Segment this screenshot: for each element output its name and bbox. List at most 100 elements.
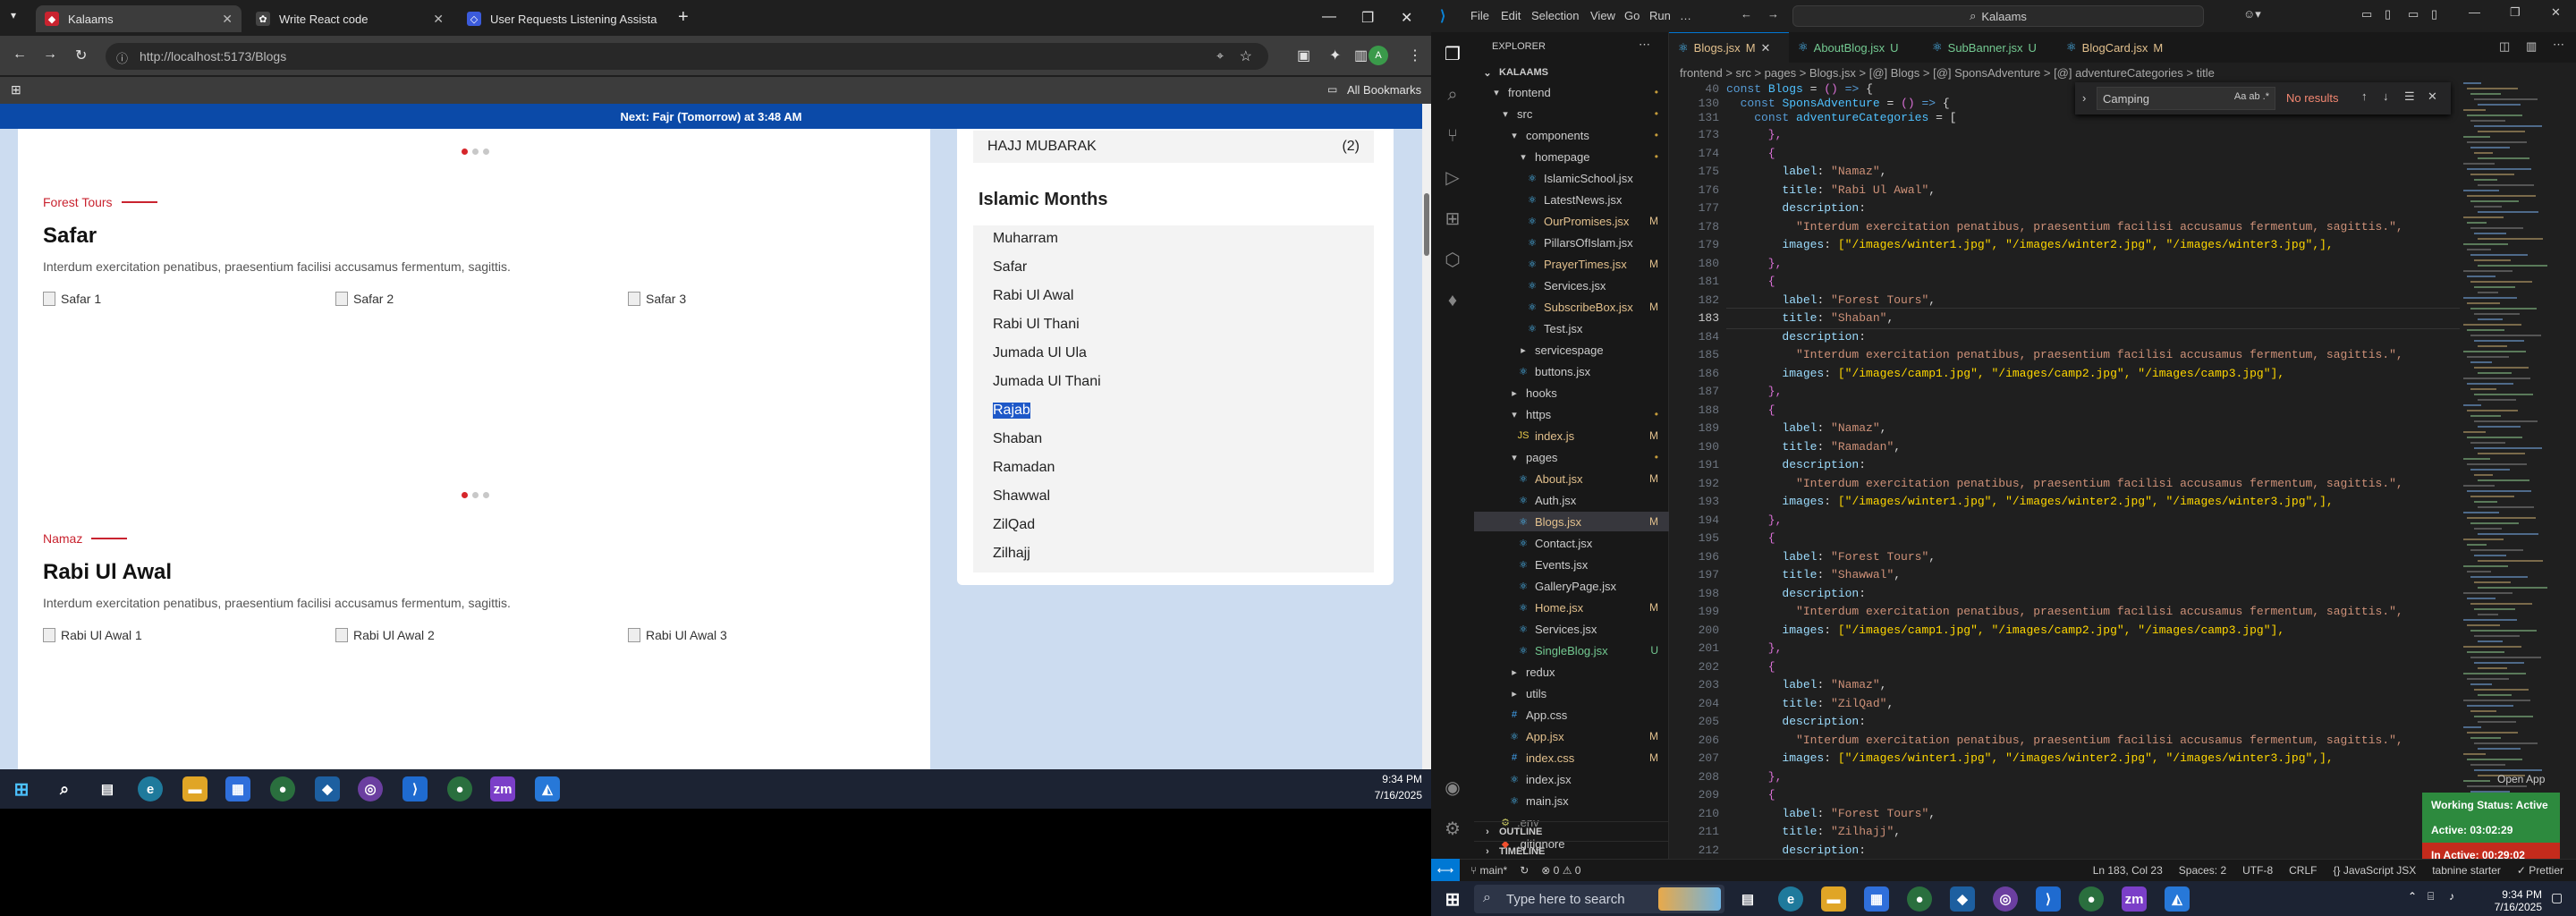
month-item[interactable]: Ramadan [993,460,1055,476]
tree-file[interactable]: ⚛ PillarsOfIslam.jsx [1474,233,1669,252]
tree-file[interactable]: ⚛ GalleryPage.jsx [1474,576,1669,596]
code-line[interactable]: title: "ZilQad", [1726,694,1894,714]
puzzle-icon[interactable]: ✦ [1329,47,1341,64]
copilot-icon[interactable]: ☺▾ [2243,7,2261,21]
month-item[interactable]: Safar [993,259,1027,276]
sync-icon[interactable]: ↻ [1520,864,1529,877]
editor-tab-subbanner[interactable]: ⚛ SubBanner.jsx U [1923,32,2057,63]
code-line[interactable]: description: [1726,841,1866,860]
tree-file[interactable]: ⚛ SingleBlog.jsx U [1474,640,1669,660]
chevron-right-icon[interactable]: › [2082,91,2086,105]
code-line[interactable]: description: [1726,199,1866,218]
close-window-icon[interactable]: ✕ [1401,9,1412,27]
site-info-icon[interactable]: ⓘ [116,49,128,66]
github-icon[interactable]: ◎ [358,776,383,802]
working-status-badge[interactable]: Working Status: Active [2422,793,2560,818]
month-item-selected[interactable]: Rajab [993,403,1030,419]
address-bar[interactable]: ⓘ http://localhost:5173/Blogs ⌖ ☆ [106,43,1268,70]
code-line[interactable]: title: "Rabi Ul Awal", [1726,181,1936,200]
code-line[interactable]: }, [1726,125,1783,145]
app-icon[interactable]: ◆ [315,776,340,802]
run-debug-icon[interactable]: ▷ [1442,166,1463,188]
account-icon[interactable]: ◉ [1442,776,1463,798]
tree-folder[interactable]: ▾ https • [1474,404,1669,424]
chrome-icon[interactable]: ● [270,776,295,802]
code-line[interactable]: label: "Namaz", [1726,162,1886,182]
tree-file[interactable]: ⚛ Blogs.jsx M [1474,512,1669,531]
compare-icon[interactable]: ▥ [2526,39,2537,54]
extension-icon[interactable]: ▣ [1297,47,1310,64]
problems-status[interactable]: ⊗ 0 ⚠ 0 [1541,864,1580,877]
code-line[interactable]: "Interdum exercitation penatibus, praese… [1726,731,2403,751]
indentation-status[interactable]: Spaces: 2 [2179,864,2226,877]
code-line[interactable]: images: ["/images/winter1.jpg", "/images… [1726,235,2333,255]
tree-file[interactable]: ⚛ Services.jsx [1474,619,1669,639]
page-scrollbar[interactable] [1422,104,1431,769]
menu-run[interactable]: Run [1649,9,1671,22]
minimap[interactable] [2460,82,2565,859]
remote-indicator-icon[interactable]: ⟷ [1431,859,1460,881]
tree-folder[interactable]: ▾ components • [1474,125,1669,145]
app-icon[interactable]: ◭ [535,776,560,802]
tray-chevron-icon[interactable]: ⌃ [2408,890,2417,903]
settings-gear-icon[interactable]: ⚙ [1442,818,1463,839]
close-window-icon[interactable]: ✕ [2551,5,2561,20]
tree-file[interactable]: ⚛ Services.jsx [1474,276,1669,295]
maximize-icon[interactable]: ❐ [2510,5,2521,20]
menu-selection[interactable]: Selection [1531,9,1579,22]
reload-icon[interactable]: ↻ [75,47,87,64]
tree-file[interactable]: # index.css M [1474,748,1669,768]
tree-file[interactable]: ⚛ Test.jsx [1474,318,1669,338]
language-status[interactable]: {} JavaScript JSX [2333,864,2416,877]
month-item[interactable]: Jumada Ul Thani [993,374,1101,390]
tree-file[interactable]: ⚛ Events.jsx [1474,555,1669,574]
editor-tab-blogs[interactable]: ⚛ Blogs.jsx M ✕ [1669,32,1789,63]
nav-forward-icon[interactable]: → [1767,7,1779,21]
github-icon[interactable]: ◎ [1993,886,2018,912]
menu-file[interactable]: File [1470,9,1489,22]
code-line[interactable]: { [1726,401,1775,420]
tree-file[interactable]: ⚛ Contact.jsx [1474,533,1669,553]
task-view-icon[interactable]: ▤ [1735,886,1760,912]
tree-file[interactable]: ⚛ About.jsx M [1474,469,1669,488]
find-in-selection-icon[interactable]: ☰ [2404,89,2415,104]
tree-folder[interactable]: ▸ redux [1474,662,1669,682]
command-center[interactable]: ⌕ Kalaams [1792,5,2204,27]
month-item[interactable]: Jumada Ul Ula [993,345,1087,361]
code-line[interactable]: images: ["/images/winter1.jpg", "/images… [1726,749,2333,768]
tree-file[interactable]: ⚛ LatestNews.jsx [1474,190,1669,209]
code-line[interactable]: { [1726,144,1775,164]
tree-file[interactable]: # App.css [1474,705,1669,725]
timeline-section[interactable]: › TIMELINE [1474,841,1669,861]
new-tab-button[interactable]: + [678,7,689,28]
apps-grid-icon[interactable]: ⊞ [11,82,21,98]
code-line[interactable]: description: [1726,584,1866,604]
code-line[interactable]: }, [1726,382,1783,402]
code-line[interactable]: title: "Shaban", [1726,308,2460,329]
app-icon[interactable]: ◭ [2165,886,2190,912]
code-line[interactable]: { [1726,785,1775,805]
code-line[interactable]: description: [1726,327,1866,347]
zoom-icon[interactable]: zm [2122,886,2147,912]
tree-file[interactable]: ⚛ App.jsx M [1474,726,1669,746]
month-item[interactable]: Rabi Ul Awal [993,288,1073,304]
mongodb-icon[interactable]: ♦ [1442,290,1463,311]
month-item[interactable]: Shaban [993,431,1042,447]
editor-tab-aboutblog[interactable]: ⚛ AboutBlog.jsx U [1789,32,1923,63]
scrollbar-thumb[interactable] [1424,193,1429,256]
code-line[interactable]: images: ["/images/winter1.jpg", "/images… [1726,492,2333,512]
more-actions-icon[interactable]: ⋯ [2553,38,2564,52]
file-explorer-icon[interactable]: ▬ [1821,886,1846,912]
code-line[interactable]: }, [1726,254,1783,274]
back-icon[interactable]: ← [13,47,27,63]
post-title[interactable]: Safar [43,224,97,249]
encoding-status[interactable]: UTF-8 [2242,864,2273,877]
code-line[interactable]: }, [1726,768,1783,787]
next-match-icon[interactable]: ↓ [2383,89,2389,103]
branch-status[interactable]: ⑂ main* [1470,864,1507,877]
toggle-secondary-icon[interactable]: ▯ [2431,7,2437,21]
month-item[interactable]: Zilhajj [993,546,1030,562]
code-line[interactable]: description: [1726,712,1866,732]
edge-icon[interactable]: e [138,776,163,802]
search-icon[interactable]: ⌕ [1442,84,1463,106]
